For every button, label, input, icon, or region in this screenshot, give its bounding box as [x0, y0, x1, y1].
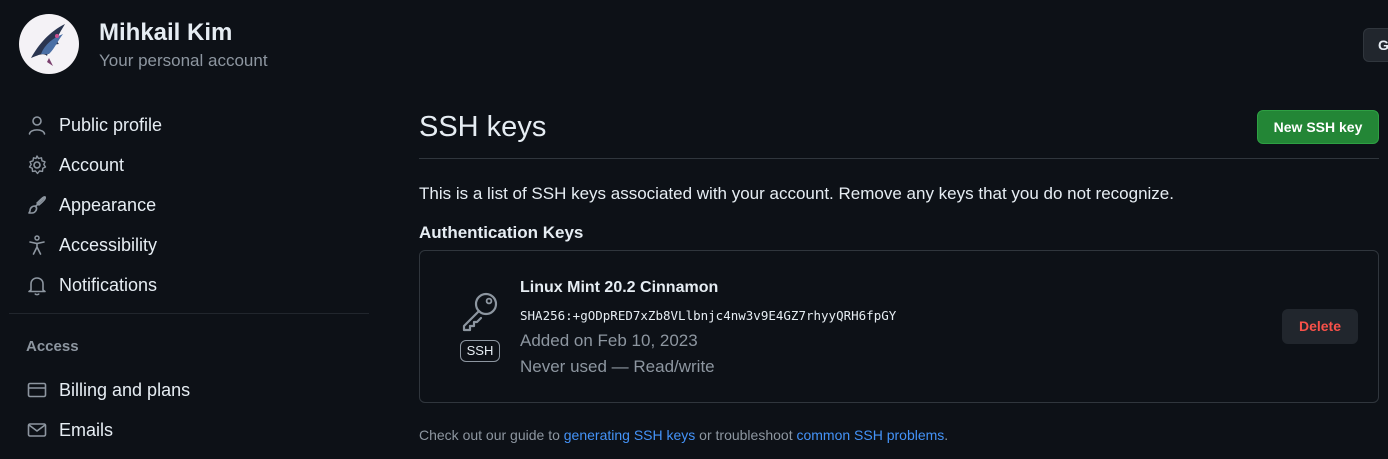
credit-card-icon	[26, 379, 48, 401]
ssh-key-usage: Never used — Read/write	[520, 357, 715, 376]
settings-page: Mihkail Kim Your personal account G Publ…	[0, 0, 1388, 459]
sidebar-item-public-profile[interactable]: Public profile	[26, 110, 366, 140]
title-divider	[419, 158, 1379, 159]
footer-help-text: Check out our guide to generating SSH ke…	[419, 427, 948, 443]
bell-icon	[26, 274, 48, 296]
generating-ssh-keys-link[interactable]: generating SSH keys	[564, 427, 696, 443]
sidebar-item-appearance[interactable]: Appearance	[26, 190, 366, 220]
ssh-key-added-date: Added on Feb 10, 2023	[520, 331, 698, 350]
footer-text-suffix: .	[944, 427, 949, 443]
account-type-label: Your personal account	[99, 51, 268, 70]
ssh-key-fingerprint: SHA256:+gODpRED7xZb8VLlbnjc4nw3v9E4GZ7rh…	[520, 308, 897, 323]
paintbrush-icon	[26, 194, 48, 216]
sidebar-item-label: Accessibility	[59, 234, 158, 255]
page-title: SSH keys	[419, 111, 547, 143]
sidebar-item-label: Account	[59, 154, 125, 175]
footer-text-prefix: Check out our guide to	[419, 427, 564, 443]
sidebar-item-label: Emails	[59, 419, 114, 440]
key-icon	[456, 290, 504, 334]
sidebar-item-accessibility[interactable]: Accessibility	[26, 230, 366, 260]
sidebar-item-account[interactable]: Account	[26, 150, 366, 180]
user-name[interactable]: Mihkail Kim	[99, 19, 232, 47]
ssh-key-list-item	[419, 250, 1379, 403]
mail-icon	[26, 419, 48, 441]
gear-icon	[26, 154, 48, 176]
ssh-key-title: Linux Mint 20.2 Cinnamon	[520, 279, 719, 296]
person-icon	[26, 114, 48, 136]
key-type-badge: SSH	[460, 340, 500, 362]
sidebar-section-heading-access: Access	[26, 338, 79, 355]
accessibility-icon	[26, 234, 48, 256]
sidebar-item-billing[interactable]: Billing and plans	[26, 375, 366, 405]
sidebar-item-label: Notifications	[59, 274, 158, 295]
new-ssh-key-button[interactable]: New SSH key	[1257, 110, 1379, 144]
sidebar-item-label: Billing and plans	[59, 379, 191, 400]
sidebar-item-label: Public profile	[59, 114, 163, 135]
go-to-profile-button[interactable]: G	[1363, 28, 1388, 62]
sidebar-item-notifications[interactable]: Notifications	[26, 270, 366, 300]
intro-text: This is a list of SSH keys associated wi…	[419, 184, 1174, 203]
common-ssh-problems-link[interactable]: common SSH problems	[796, 427, 944, 443]
footer-text-middle: or troubleshoot	[695, 427, 797, 443]
avatar[interactable]	[19, 14, 79, 74]
authentication-keys-heading: Authentication Keys	[419, 223, 584, 242]
sidebar-divider	[9, 313, 369, 314]
delete-key-button[interactable]: Delete	[1282, 309, 1358, 344]
sidebar-item-label: Appearance	[59, 194, 157, 215]
sidebar-item-emails[interactable]: Emails	[26, 415, 366, 445]
